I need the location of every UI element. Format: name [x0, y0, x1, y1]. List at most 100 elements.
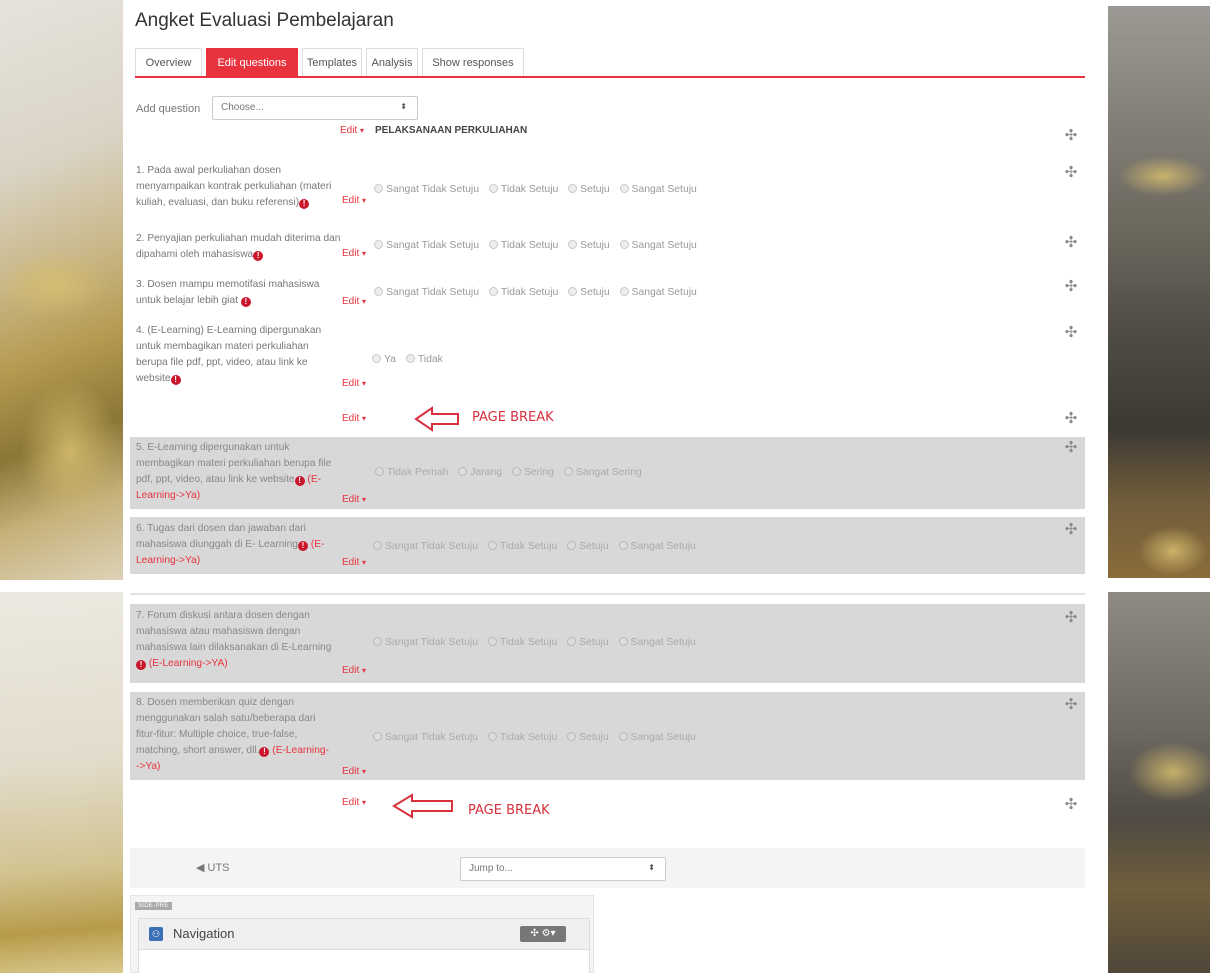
radio-icon — [405, 354, 415, 363]
radio-icon — [373, 732, 382, 741]
radio-icon — [373, 541, 382, 550]
radio-option[interactable]: Tidak Setuju — [488, 184, 558, 195]
radio-icon — [488, 287, 498, 296]
radio-option[interactable]: Setuju — [568, 240, 610, 251]
question-6-options: Sangat Tidak Setuju Tidak Setuju Setuju … — [373, 541, 703, 552]
radio-option[interactable]: Sangat Tidak Setuju — [374, 240, 479, 251]
radio-icon — [511, 467, 521, 476]
question-8-row: 8. Dosen memberikan quiz dengan mengguna… — [130, 692, 1085, 780]
move-icon[interactable]: ✣ — [1063, 797, 1079, 813]
question-8-text: 8. Dosen memberikan quiz dengan mengguna… — [136, 697, 329, 772]
required-icon: ! — [297, 541, 308, 551]
question-6-row: 6. Tugas dari dosen dan jawaban dari mah… — [130, 517, 1085, 574]
pagebreak-edit-menu[interactable]: Edit ▾ — [342, 797, 366, 808]
radio-option[interactable]: Sangat Tidak Setuju — [373, 732, 478, 743]
side-pre-label: SIDE-PRE — [135, 902, 172, 910]
previous-activity-link[interactable]: ◀ UTS — [196, 861, 230, 874]
background-glint — [1128, 742, 1210, 802]
background-photo-right — [1108, 6, 1210, 578]
background-glint — [1118, 156, 1208, 196]
move-icon[interactable]: ✣ — [1063, 522, 1079, 538]
page-break-label: PAGE BREAK — [468, 803, 550, 818]
radio-icon — [458, 467, 468, 476]
radio-option[interactable]: Sangat Setuju — [618, 541, 696, 552]
tab-bar: Overview Edit questions Templates Analys… — [135, 48, 1085, 78]
question-2-edit-menu[interactable]: Edit ▾ — [342, 248, 366, 259]
radio-icon — [618, 541, 628, 550]
move-icon[interactable]: ✣ — [1063, 235, 1079, 251]
radio-icon — [567, 637, 577, 646]
tab-analysis[interactable]: Analysis — [366, 48, 418, 76]
screenshot-seam — [0, 580, 1210, 592]
question-4-edit-menu[interactable]: Edit ▾ — [342, 378, 366, 389]
navigation-block-header: ⚇ Navigation ✣ ⚙▾ — [139, 919, 589, 950]
radio-option[interactable]: Sangat Tidak Setuju — [373, 541, 478, 552]
question-1-edit-menu[interactable]: Edit ▾ — [342, 195, 366, 206]
jump-to-selected: Jump to... — [469, 863, 513, 874]
move-icon[interactable]: ✣ — [1063, 279, 1079, 295]
jump-to-select[interactable]: Jump to... ⬍ — [460, 857, 666, 881]
question-4-text: 4. (E-Learning) E-Learning dipergunakan … — [136, 325, 322, 385]
radio-option[interactable]: Sangat Setuju — [619, 287, 697, 298]
move-icon[interactable]: ✣ — [1063, 128, 1079, 144]
activity-navigation: ◀ UTS Jump to... ⬍ — [130, 848, 1085, 888]
radio-option[interactable]: Sangat Tidak Setuju — [373, 637, 478, 648]
move-icon[interactable]: ✣ — [1063, 697, 1079, 713]
radio-option[interactable]: Tidak Setuju — [488, 240, 558, 251]
navigation-block-title: Navigation — [173, 926, 235, 941]
radio-option[interactable]: Setuju — [567, 637, 609, 648]
required-icon: ! — [253, 251, 264, 261]
move-icon[interactable]: ✣ — [1063, 325, 1079, 341]
radio-icon — [619, 287, 629, 296]
radio-option[interactable]: Tidak — [405, 354, 443, 365]
radio-option[interactable]: Setuju — [567, 732, 609, 743]
tab-show-responses[interactable]: Show responses — [422, 48, 524, 76]
question-8-edit-menu[interactable]: Edit ▾ — [342, 766, 366, 777]
radio-option[interactable]: Sangat Sering — [563, 467, 642, 478]
radio-option[interactable]: Setuju — [568, 287, 610, 298]
radio-icon — [619, 240, 629, 249]
radio-option[interactable]: Tidak Setuju — [487, 637, 557, 648]
radio-option[interactable]: Setuju — [567, 541, 609, 552]
question-7-edit-menu[interactable]: Edit ▾ — [342, 665, 366, 676]
radio-icon — [487, 637, 497, 646]
radio-option[interactable]: Sangat Tidak Setuju — [374, 287, 479, 298]
radio-icon — [568, 287, 578, 296]
question-2-text: 2. Penyajian perkuliahan mudah diterima … — [136, 233, 341, 261]
question-3-edit-menu[interactable]: Edit ▾ — [342, 296, 366, 307]
radio-option[interactable]: Tidak Setuju — [487, 732, 557, 743]
move-icon[interactable]: ✣ — [1063, 440, 1079, 456]
question-8-options: Sangat Tidak Setuju Tidak Setuju Setuju … — [373, 732, 703, 743]
tab-templates[interactable]: Templates — [302, 48, 362, 76]
radio-option[interactable]: Sangat Setuju — [619, 240, 697, 251]
move-icon[interactable]: ✣ — [1063, 411, 1079, 427]
page-title: Angket Evaluasi Pembelajaran — [135, 10, 394, 31]
radio-icon — [487, 541, 497, 550]
section-heading: PELAKSANAAN PERKULIAHAN — [375, 125, 528, 136]
radio-option[interactable]: Jarang — [458, 467, 502, 478]
pagebreak-edit-menu[interactable]: Edit ▾ — [342, 413, 366, 424]
question-7-row: 7. Forum diskusi antara dosen dengan mah… — [130, 604, 1085, 683]
radio-option[interactable]: Tidak Setuju — [488, 287, 558, 298]
radio-option[interactable]: Sering — [511, 467, 554, 478]
add-question-select[interactable]: Choose... ⬍ — [212, 96, 418, 120]
radio-option[interactable]: Tidak Setuju — [487, 541, 557, 552]
question-5-edit-menu[interactable]: Edit ▾ — [342, 494, 366, 505]
radio-option[interactable]: Ya — [372, 354, 396, 365]
select-caret-icon: ⬍ — [400, 102, 407, 111]
radio-option[interactable]: Sangat Tidak Setuju — [374, 184, 479, 195]
radio-option[interactable]: Sangat Setuju — [619, 184, 697, 195]
move-icon[interactable]: ✣ — [1063, 610, 1079, 626]
move-icon[interactable]: ✣ — [1063, 165, 1079, 181]
tab-edit-questions[interactable]: Edit questions — [206, 48, 298, 76]
radio-option[interactable]: Sangat Setuju — [618, 637, 696, 648]
question-5-options: Tidak Pernah Jarang Sering Sangat Sering — [375, 467, 649, 478]
radio-option[interactable]: Tidak Pernah — [375, 467, 448, 478]
question-6-edit-menu[interactable]: Edit ▾ — [342, 557, 366, 568]
block-actions-button[interactable]: ✣ ⚙▾ — [520, 926, 566, 942]
question-3-options: Sangat Tidak Setuju Tidak Setuju Setuju … — [374, 287, 704, 298]
tab-overview[interactable]: Overview — [135, 48, 202, 76]
radio-option[interactable]: Setuju — [568, 184, 610, 195]
radio-option[interactable]: Sangat Setuju — [618, 732, 696, 743]
section-edit-menu[interactable]: Edit ▾ — [340, 125, 364, 136]
